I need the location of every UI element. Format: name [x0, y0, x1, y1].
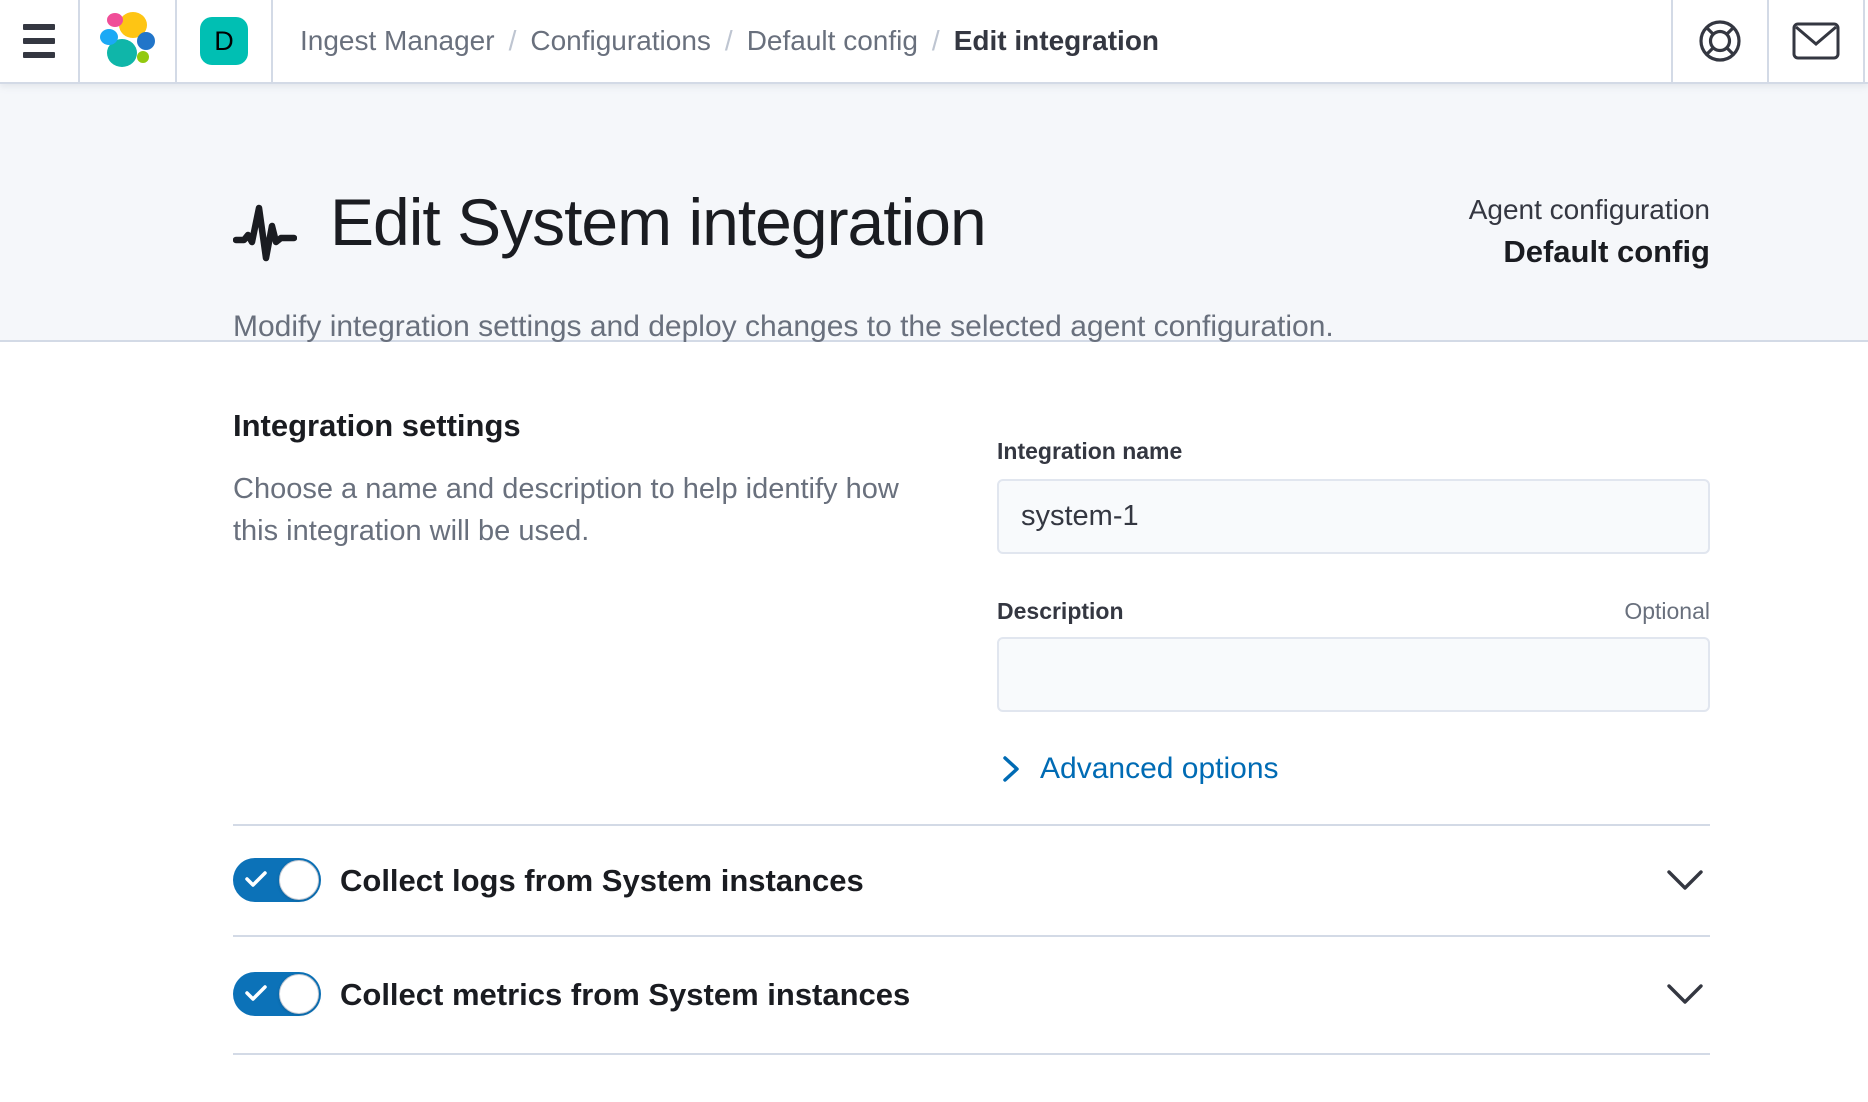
top-navigation-bar: D Ingest Manager / Configurations / Defa… — [0, 0, 1868, 84]
topbar-divider — [1863, 0, 1865, 82]
collect-metrics-toggle[interactable] — [233, 972, 321, 1016]
space-avatar-initial: D — [214, 26, 234, 57]
advanced-options-toggle[interactable]: Advanced options — [1002, 752, 1279, 786]
breadcrumb: Ingest Manager / Configurations / Defaul… — [300, 0, 1159, 82]
collect-metrics-expand-button[interactable] — [1666, 982, 1704, 1008]
breadcrumb-ingest-manager[interactable]: Ingest Manager — [300, 25, 495, 57]
breadcrumb-default-config[interactable]: Default config — [747, 25, 918, 57]
integration-settings-heading: Integration settings — [233, 408, 521, 444]
breadcrumb-separator: / — [725, 25, 733, 57]
collect-logs-toggle[interactable] — [233, 858, 321, 902]
chevron-down-icon — [1666, 868, 1704, 892]
space-avatar: D — [200, 17, 248, 65]
breadcrumb-separator: / — [509, 25, 517, 57]
menu-button[interactable] — [0, 0, 78, 82]
integration-settings-description: Choose a name and description to help id… — [233, 468, 933, 552]
page-header: Edit System integration Agent configurat… — [0, 84, 1868, 342]
help-life-ring-icon — [1697, 18, 1743, 64]
chevron-down-icon — [1666, 982, 1704, 1006]
elastic-logo — [98, 11, 158, 71]
topbar-divider — [271, 0, 273, 82]
description-input[interactable] — [997, 637, 1710, 712]
chevron-right-icon — [1002, 755, 1020, 783]
agent-configuration-value: Default config — [1503, 234, 1710, 270]
space-selector-button[interactable]: D — [177, 0, 271, 82]
checkmark-icon — [245, 984, 267, 1002]
integration-name-label: Integration name — [997, 438, 1182, 465]
agent-configuration-label: Agent configuration — [1469, 194, 1710, 226]
section-divider — [233, 935, 1710, 937]
page-subtitle: Modify integration settings and deploy c… — [233, 310, 1334, 344]
help-button[interactable] — [1673, 0, 1767, 82]
breadcrumb-separator: / — [932, 25, 940, 57]
edit-integration-page: D Ingest Manager / Configurations / Defa… — [0, 0, 1868, 1102]
section-divider — [233, 824, 1710, 826]
newsfeed-envelope-icon — [1791, 21, 1841, 61]
breadcrumb-edit-integration: Edit integration — [954, 25, 1159, 57]
advanced-options-label: Advanced options — [1040, 752, 1279, 786]
toggle-knob — [279, 974, 319, 1014]
menu-icon — [23, 24, 55, 58]
collect-logs-expand-button[interactable] — [1666, 868, 1704, 894]
breadcrumb-configurations[interactable]: Configurations — [530, 25, 711, 57]
collect-logs-label[interactable]: Collect logs from System instances — [340, 863, 864, 899]
section-divider — [233, 1053, 1710, 1055]
elastic-home-button[interactable] — [80, 0, 175, 82]
newsfeed-button[interactable] — [1769, 0, 1863, 82]
page-title: Edit System integration — [330, 184, 986, 260]
optional-hint: Optional — [1560, 598, 1710, 625]
checkmark-icon — [245, 870, 267, 888]
toggle-knob — [279, 860, 319, 900]
description-label: Description — [997, 598, 1124, 625]
pulse-heartbeat-icon — [233, 200, 297, 264]
collect-metrics-label[interactable]: Collect metrics from System instances — [340, 977, 910, 1013]
integration-name-input[interactable] — [997, 479, 1710, 554]
